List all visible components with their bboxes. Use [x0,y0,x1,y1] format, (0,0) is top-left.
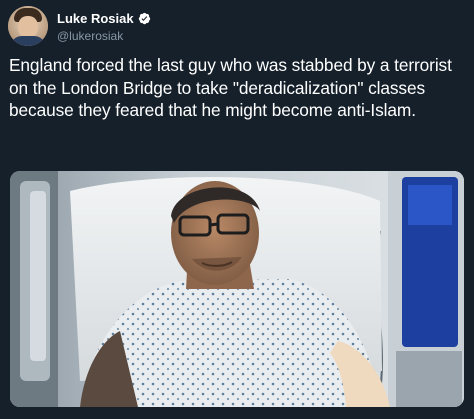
tweet-header: Luke Rosiak @lukerosiak [8,6,151,46]
author-handle[interactable]: @lukerosiak [57,29,151,43]
verified-badge-icon [138,12,150,24]
hospital-photo-illustration [10,171,464,407]
tweet-text: England forced the last guy who was stab… [9,55,452,120]
author-display-name[interactable]: Luke Rosiak [57,11,134,26]
author-block: Luke Rosiak @lukerosiak [57,10,151,43]
tweet-card: Luke Rosiak @lukerosiak England forced t… [0,0,474,419]
tweet-media-photo[interactable] [10,171,464,407]
avatar[interactable] [8,6,48,46]
name-row: Luke Rosiak [57,10,151,27]
